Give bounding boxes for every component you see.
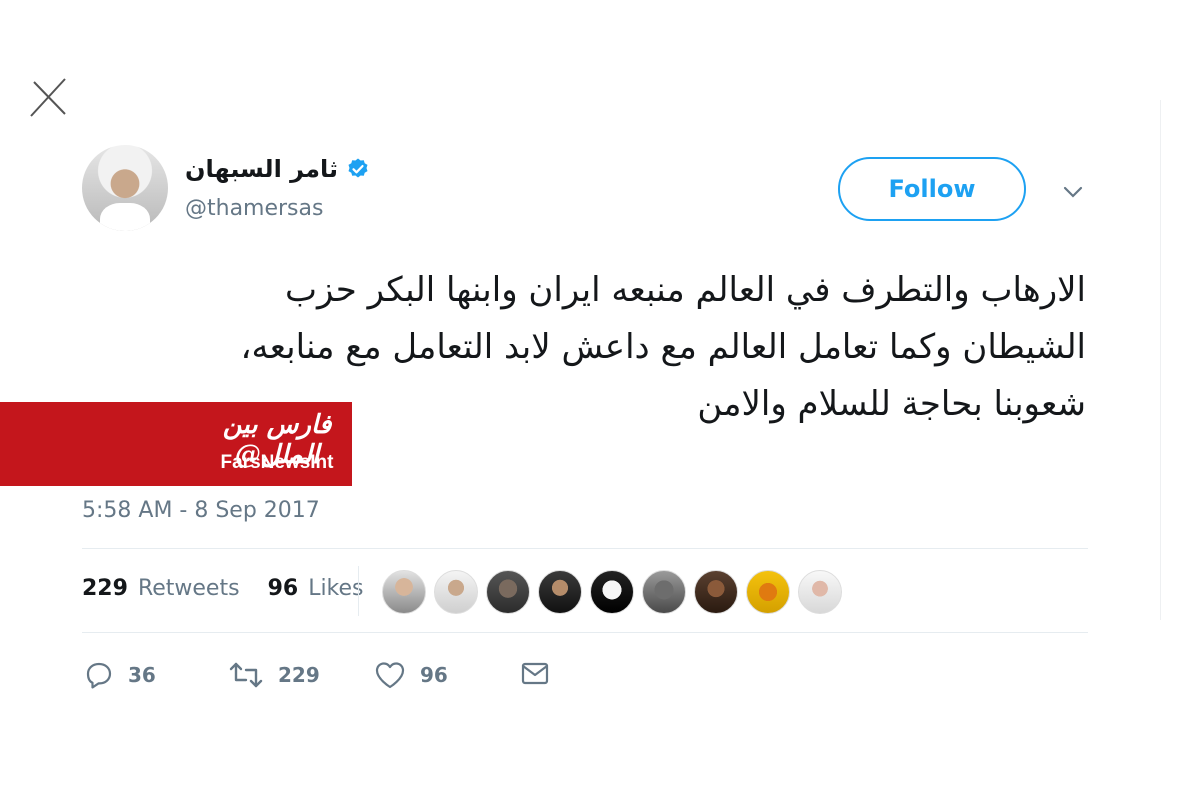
- user-handle[interactable]: @thamersas: [185, 196, 323, 221]
- divider: [82, 632, 1088, 633]
- divider: [82, 548, 1088, 549]
- liker-avatar[interactable]: [746, 570, 790, 614]
- watermark-english-text: FarsNewsInt: [220, 452, 334, 473]
- like-count: 96: [420, 663, 448, 687]
- direct-message-icon[interactable]: [520, 660, 550, 688]
- likes-count[interactable]: 96: [268, 576, 299, 601]
- retweet-action[interactable]: 229: [228, 660, 320, 690]
- reply-count: 36: [128, 663, 156, 687]
- avatar[interactable]: [82, 145, 168, 231]
- chevron-down-icon[interactable]: [1062, 183, 1084, 201]
- retweets-count[interactable]: 229: [82, 576, 128, 601]
- retweet-count: 229: [278, 663, 320, 687]
- tweet-timestamp[interactable]: 5:58 AM - 8 Sep 2017: [82, 498, 320, 523]
- liker-avatar[interactable]: [694, 570, 738, 614]
- reply-icon[interactable]: [84, 660, 114, 690]
- panel-edge: [1160, 100, 1161, 620]
- display-name[interactable]: ثامر السبهان: [185, 155, 338, 183]
- retweets-label[interactable]: Retweets: [138, 576, 240, 601]
- liker-avatar[interactable]: [382, 570, 426, 614]
- liker-avatar[interactable]: [590, 570, 634, 614]
- liker-avatar[interactable]: [798, 570, 842, 614]
- verified-badge-icon: [348, 158, 368, 178]
- liker-avatar[interactable]: [486, 570, 530, 614]
- close-icon[interactable]: [28, 76, 68, 118]
- like-action[interactable]: 96: [374, 660, 448, 690]
- liker-avatar[interactable]: [538, 570, 582, 614]
- tweet-line: الشيطان وكما تعامل العالم مع داعش لابد ا…: [240, 327, 1086, 367]
- tweet-line: الارهاب والتطرف في العالم منبعه ايران وا…: [285, 270, 1086, 310]
- follow-button[interactable]: Follow: [838, 157, 1026, 221]
- tweet-actions: 36 229 96: [84, 660, 604, 696]
- heart-icon[interactable]: [374, 660, 406, 690]
- tweet-stats: 229 Retweets 96 Likes: [82, 576, 364, 601]
- message-action[interactable]: [520, 660, 550, 688]
- liker-avatar[interactable]: [642, 570, 686, 614]
- stats-divider: [358, 566, 359, 616]
- user-name-row[interactable]: ثامر السبهان: [185, 152, 370, 186]
- retweet-icon[interactable]: [228, 660, 264, 690]
- likes-label[interactable]: Likes: [308, 576, 363, 601]
- reply-action[interactable]: 36: [84, 660, 156, 690]
- liker-avatar[interactable]: [434, 570, 478, 614]
